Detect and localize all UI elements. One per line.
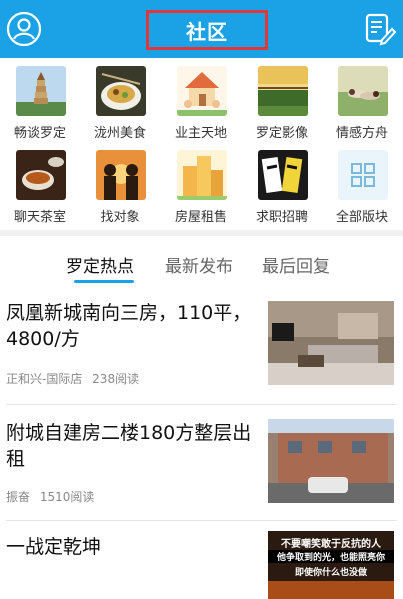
forum-label: 求职招聘 (255, 210, 308, 225)
pagoda-icon (16, 66, 66, 116)
forum-item-jobs[interactable]: 求职招聘 (242, 144, 322, 226)
post-reads: 1510阅读 (39, 490, 95, 504)
post-author: 振奋 (6, 490, 31, 504)
tab-active-indicator (74, 280, 134, 283)
post-meta: 振奋 1510阅读 (6, 488, 94, 505)
poster-image: 不要嘲笑敢于反抗的人 他争取到的光，也能照亮你 即使你什么也没做 (268, 531, 394, 599)
forum-label: 找对象 (100, 210, 140, 225)
tab-last-reply[interactable]: 最后回复 (262, 252, 330, 277)
forum-label: 全部版块 (335, 210, 388, 225)
post-title: 附城自建房二楼180方整层出租 (6, 422, 252, 470)
divider (6, 520, 397, 521)
house-family-icon (177, 66, 227, 116)
forum-label: 罗定影像 (255, 126, 308, 141)
post-title: 一战定乾坤 (6, 536, 102, 558)
forum-label: 房屋租售 (174, 210, 227, 225)
landscape-photo-icon (258, 66, 308, 116)
app-header: 社区 (0, 0, 403, 58)
forum-item-changtan[interactable]: 畅谈罗定 (0, 60, 80, 142)
post-author: 正和兴-国际店 (6, 372, 83, 386)
forum-item-emotion[interactable]: 情感方舟 (322, 60, 402, 142)
divider (6, 404, 397, 405)
forum-label: 情感方舟 (335, 126, 388, 141)
poster-line: 不要嘲笑敢于反抗的人 (281, 539, 381, 550)
living-room-photo (268, 301, 394, 385)
building-photo (268, 419, 394, 503)
tea-cup-icon (16, 150, 66, 200)
forum-label: 畅谈罗定 (13, 126, 66, 141)
feed-tabs: 罗定热点 最新发布 最后回复 (0, 240, 403, 284)
post-meta: 正和兴-国际店 238阅读 (6, 370, 139, 387)
forum-label: 业主天地 (174, 126, 227, 141)
poster-line: 即使你什么也没做 (294, 568, 367, 578)
tab-latest[interactable]: 最新发布 (165, 252, 233, 277)
forum-item-housing[interactable]: 房屋租售 (161, 144, 241, 226)
page-title: 社区 (186, 19, 228, 44)
tab-hot[interactable]: 罗定热点 (66, 252, 134, 277)
forum-item-dating[interactable]: 找对象 (80, 144, 160, 226)
forum-item-owners[interactable]: 业主天地 (161, 60, 241, 142)
hiring-sign-icon (258, 150, 308, 200)
user-icon[interactable] (5, 10, 43, 48)
forum-item-all[interactable]: 全部版块 (322, 144, 402, 226)
forum-item-tea[interactable]: 聊天茶室 (0, 144, 80, 226)
forum-label: 聊天茶室 (13, 210, 66, 225)
couple-sunset-icon (96, 150, 146, 200)
buildings-icon (177, 150, 227, 200)
post-item[interactable]: 凤凰新城南向三房，110平，4800/方 正和兴-国际店 238阅读 (0, 292, 403, 404)
post-title: 凤凰新城南向三房，110平，4800/方 (6, 302, 252, 350)
forum-grid: 畅谈罗定 泷州美食 业主天地 罗定影像 情感方舟 聊天茶室 找对象 房屋租售 求… (0, 60, 403, 228)
edit-icon[interactable] (360, 10, 398, 48)
section-separator (0, 230, 403, 236)
food-bowl-icon (96, 66, 146, 116)
post-item[interactable]: 一战定乾坤 不要嘲笑敢于反抗的人 他争取到的光，也能照亮你 即使你什么也没做 (0, 522, 403, 599)
grid-icon (338, 150, 388, 200)
post-reads: 238阅读 (92, 372, 140, 386)
poster-fire (268, 581, 394, 599)
poster-line: 他争取到的光，也能照亮你 (268, 550, 394, 563)
couple-grass-icon (338, 66, 388, 116)
post-item[interactable]: 附城自建房二楼180方整层出租 振奋 1510阅读 (0, 406, 403, 518)
forum-item-photo[interactable]: 罗定影像 (242, 60, 322, 142)
forum-item-food[interactable]: 泷州美食 (80, 60, 160, 142)
forum-label: 泷州美食 (93, 126, 146, 141)
page-title-box: 社区 (146, 10, 268, 50)
